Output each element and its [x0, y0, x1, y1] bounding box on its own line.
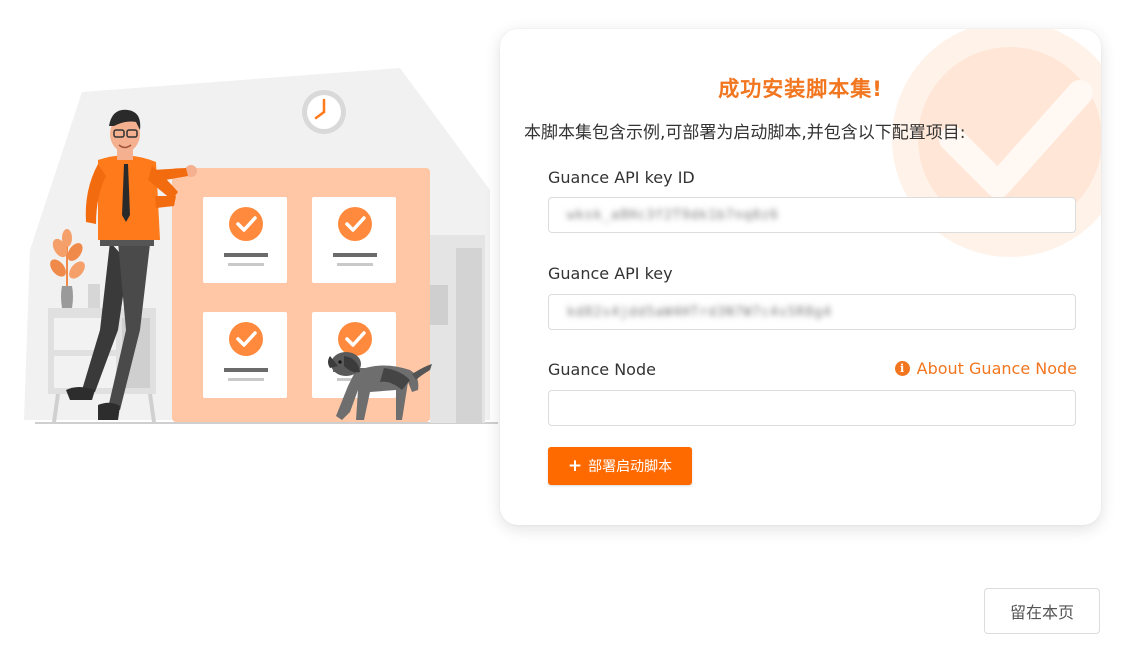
about-guance-node-link[interactable]: i About Guance Node — [894, 359, 1077, 378]
shelf-shape — [430, 285, 448, 325]
api-key-id-input[interactable]: wksk_a8Hc3f2T9dk1b7nq0z6 — [548, 197, 1076, 233]
check-card — [203, 312, 287, 398]
clock-icon — [302, 90, 346, 134]
stay-on-page-button[interactable]: 留在本页 — [984, 588, 1100, 634]
api-key-input[interactable]: kd82s4jdd5aW4HTrd3N7W7c4s5R8g4 — [548, 294, 1076, 330]
dialog-description: 本脚本集包含示例,可部署为启动脚本,并包含以下配置项目: — [524, 123, 966, 143]
api-key-value: kd82s4jdd5aW4HTrd3N7W7c4s5R8g4 — [567, 305, 832, 320]
guance-node-label: Guance Node — [548, 360, 656, 379]
api-key-id-value: wksk_a8Hc3f2T9dk1b7nq0z6 — [567, 208, 779, 223]
check-card — [312, 197, 396, 283]
illustration — [24, 68, 498, 424]
checkmark-watermark-icon — [892, 29, 1101, 257]
shelf-shape — [456, 248, 482, 423]
guance-node-input[interactable] — [548, 390, 1076, 426]
dialog-title: 成功安装脚本集! — [718, 77, 883, 101]
api-key-label: Guance API key — [548, 264, 673, 283]
deploy-startup-script-button[interactable]: + 部署启动脚本 — [548, 447, 692, 485]
api-key-id-label: Guance API key ID — [548, 168, 695, 187]
check-card — [203, 197, 287, 283]
about-guance-node-label: About Guance Node — [916, 359, 1077, 378]
install-success-card: 成功安装脚本集! 本脚本集包含示例,可部署为启动脚本,并包含以下配置项目: Gu… — [500, 29, 1101, 525]
deploy-button-label: 部署启动脚本 — [588, 459, 673, 475]
info-circle-icon: i — [894, 361, 910, 376]
plus-icon: + — [567, 455, 583, 476]
